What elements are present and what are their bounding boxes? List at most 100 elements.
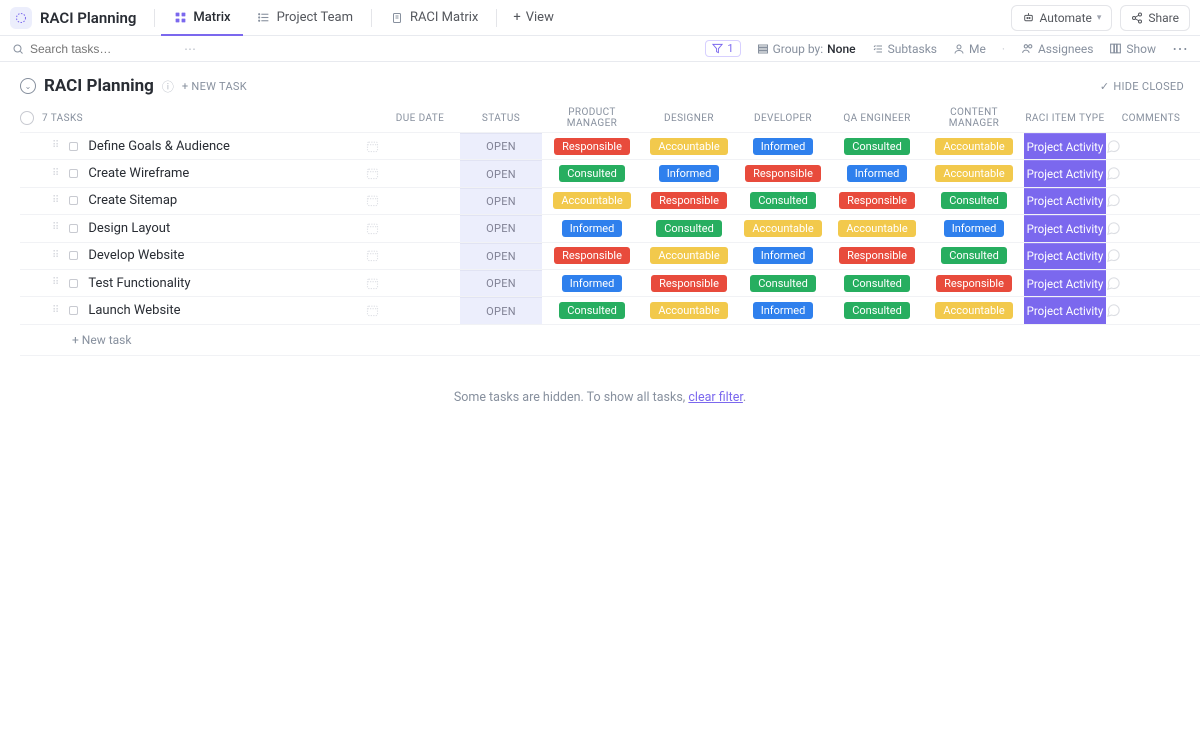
add-task-row[interactable]: + New task	[20, 324, 1200, 356]
tab-project-team[interactable]: Project Team	[245, 0, 365, 36]
search-input[interactable]	[30, 42, 170, 56]
designer-cell[interactable]: Accountable	[642, 247, 736, 264]
tab-matrix[interactable]: Matrix	[161, 0, 242, 36]
developer-cell[interactable]: Responsible	[736, 165, 830, 182]
task-name[interactable]: Define Goals & Audience	[88, 139, 230, 154]
status-checkbox[interactable]	[69, 224, 78, 233]
status-cell[interactable]: OPEN	[460, 270, 542, 296]
pm-cell[interactable]: Responsible	[542, 138, 642, 155]
col-status[interactable]: STATUS	[460, 113, 542, 124]
type-cell[interactable]: Project Activity	[1024, 243, 1106, 269]
task-row[interactable]: ⠿Define Goals & AudienceOPENResponsibleA…	[20, 132, 1200, 159]
type-cell[interactable]: Project Activity	[1024, 133, 1106, 159]
qa-cell[interactable]: Accountable	[830, 220, 924, 237]
status-checkbox[interactable]	[69, 169, 78, 178]
col-developer[interactable]: DEVELOPER	[736, 113, 830, 124]
comments-cell[interactable]	[1106, 166, 1196, 181]
drag-handle[interactable]: ⠿	[52, 225, 59, 231]
developer-cell[interactable]: Informed	[736, 138, 830, 155]
hide-closed-toggle[interactable]: ✓ HIDE CLOSED	[1100, 80, 1184, 93]
task-name[interactable]: Test Functionality	[88, 276, 190, 291]
qa-cell[interactable]: Consulted	[830, 302, 924, 319]
calendar-icon[interactable]	[365, 139, 380, 154]
type-cell[interactable]: Project Activity	[1024, 188, 1106, 214]
col-content-manager[interactable]: CONTENT MANAGER	[924, 107, 1024, 129]
status-checkbox[interactable]	[69, 142, 78, 151]
show-control[interactable]: Show	[1109, 42, 1156, 56]
drag-handle[interactable]: ⠿	[52, 198, 59, 204]
status-cell[interactable]: OPEN	[460, 297, 542, 323]
developer-cell[interactable]: Informed	[736, 247, 830, 264]
filter-count-pill[interactable]: 1	[705, 40, 740, 57]
comments-cell[interactable]	[1106, 248, 1196, 263]
designer-cell[interactable]: Responsible	[642, 275, 736, 292]
qa-cell[interactable]: Responsible	[830, 192, 924, 209]
col-due-date[interactable]: DUE DATE	[380, 113, 460, 124]
select-all-toggle[interactable]	[20, 111, 34, 125]
cm-cell[interactable]: Accountable	[924, 138, 1024, 155]
calendar-icon[interactable]	[365, 303, 380, 318]
status-cell[interactable]: OPEN	[460, 243, 542, 269]
cm-cell[interactable]: Informed	[924, 220, 1024, 237]
type-cell[interactable]: Project Activity	[1024, 160, 1106, 186]
designer-cell[interactable]: Consulted	[642, 220, 736, 237]
new-task-link[interactable]: + NEW TASK	[182, 80, 247, 93]
designer-cell[interactable]: Responsible	[642, 192, 736, 209]
drag-handle[interactable]: ⠿	[52, 253, 59, 259]
comments-cell[interactable]	[1106, 221, 1196, 236]
type-cell[interactable]: Project Activity	[1024, 270, 1106, 296]
calendar-icon[interactable]	[365, 248, 380, 263]
clear-filter-link[interactable]: clear filter	[688, 390, 743, 405]
automate-button[interactable]: Automate ▾	[1011, 5, 1113, 31]
pm-cell[interactable]: Responsible	[542, 247, 642, 264]
comments-cell[interactable]	[1106, 193, 1196, 208]
pm-cell[interactable]: Accountable	[542, 192, 642, 209]
info-icon[interactable]: ⓘ	[162, 78, 174, 95]
qa-cell[interactable]: Consulted	[830, 138, 924, 155]
calendar-icon[interactable]	[365, 221, 380, 236]
me-control[interactable]: Me	[953, 42, 986, 56]
task-name[interactable]: Create Wireframe	[88, 166, 189, 181]
cm-cell[interactable]: Consulted	[924, 247, 1024, 264]
cm-cell[interactable]: Accountable	[924, 302, 1024, 319]
status-checkbox[interactable]	[69, 279, 78, 288]
developer-cell[interactable]: Accountable	[736, 220, 830, 237]
group-by-control[interactable]: Group by: None	[757, 42, 856, 56]
share-button[interactable]: Share	[1120, 5, 1190, 31]
drag-handle[interactable]: ⠿	[52, 280, 59, 286]
calendar-icon[interactable]	[365, 166, 380, 181]
type-cell[interactable]: Project Activity	[1024, 297, 1106, 323]
search-options-icon[interactable]: ⋯	[184, 42, 196, 56]
comments-cell[interactable]	[1106, 303, 1196, 318]
task-name[interactable]: Develop Website	[88, 248, 184, 263]
more-icon[interactable]: ⋯	[1172, 39, 1188, 58]
comments-cell[interactable]	[1106, 139, 1196, 154]
developer-cell[interactable]: Consulted	[736, 275, 830, 292]
subtasks-control[interactable]: Subtasks	[872, 42, 937, 56]
calendar-icon[interactable]	[365, 193, 380, 208]
developer-cell[interactable]: Informed	[736, 302, 830, 319]
task-row[interactable]: ⠿ Develop Website OPENResponsibleAccountab…	[20, 242, 1200, 269]
cm-cell[interactable]: Consulted	[924, 192, 1024, 209]
task-row[interactable]: ⠿Create SitemapOPENAccountableResponsibl…	[20, 187, 1200, 214]
status-cell[interactable]: OPEN	[460, 133, 542, 159]
task-row[interactable]: ⠿Test FunctionalityOPENInformedResponsib…	[20, 269, 1200, 296]
cm-cell[interactable]: Responsible	[924, 275, 1024, 292]
qa-cell[interactable]: Informed	[830, 165, 924, 182]
designer-cell[interactable]: Informed	[642, 165, 736, 182]
drag-handle[interactable]: ⠿	[52, 308, 59, 314]
col-qa-engineer[interactable]: QA ENGINEER	[830, 113, 924, 124]
calendar-icon[interactable]	[365, 276, 380, 291]
status-checkbox[interactable]	[69, 306, 78, 315]
status-cell[interactable]: OPEN	[460, 215, 542, 241]
col-raci-type[interactable]: RACI ITEM TYPE	[1024, 113, 1106, 124]
drag-handle[interactable]: ⠿	[52, 143, 59, 149]
status-checkbox[interactable]	[69, 196, 78, 205]
col-designer[interactable]: DESIGNER	[642, 113, 736, 124]
status-checkbox[interactable]	[69, 251, 78, 260]
designer-cell[interactable]: Accountable	[642, 138, 736, 155]
pm-cell[interactable]: Consulted	[542, 302, 642, 319]
cm-cell[interactable]: Accountable	[924, 165, 1024, 182]
drag-handle[interactable]: ⠿	[52, 171, 59, 177]
status-cell[interactable]: OPEN	[460, 160, 542, 186]
